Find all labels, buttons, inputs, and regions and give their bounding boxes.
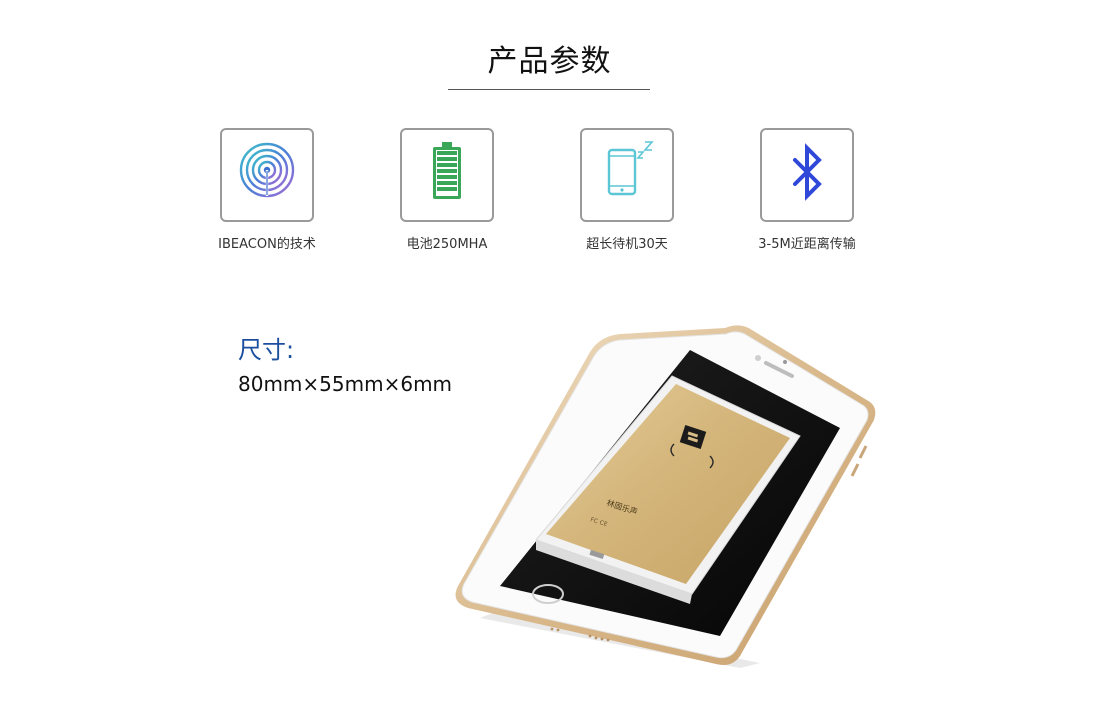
- title-underline: [448, 89, 650, 90]
- feature-ibeacon: IBEACON的技术: [187, 128, 347, 252]
- feature-battery-label: 电池250MHA: [406, 237, 488, 252]
- feature-bluetooth-box: [760, 128, 854, 222]
- bluetooth-icon: [793, 143, 822, 201]
- feature-battery-box: [400, 128, 494, 222]
- product-image: 林固乐声 FC CE: [455, 325, 876, 668]
- ibeacon-icon: [239, 142, 295, 198]
- size-heading: 尺寸:: [238, 336, 295, 364]
- sleep-phone-icon: [607, 141, 654, 196]
- battery-icon: [433, 142, 461, 199]
- page-title: 产品参数: [487, 44, 612, 79]
- feature-standby-box: [580, 128, 674, 222]
- feature-ibeacon-box: [220, 128, 314, 222]
- size-value: 80mm×55mm×6mm: [238, 372, 453, 396]
- feature-bluetooth: 3-5M近距离传输: [727, 128, 887, 252]
- feature-standby: 超长待机30天: [547, 128, 707, 252]
- feature-battery: 电池250MHA: [367, 128, 527, 252]
- feature-bluetooth-label: 3-5M近距离传输: [758, 237, 856, 252]
- feature-standby-label: 超长待机30天: [586, 237, 668, 252]
- feature-ibeacon-label: IBEACON的技术: [218, 237, 316, 252]
